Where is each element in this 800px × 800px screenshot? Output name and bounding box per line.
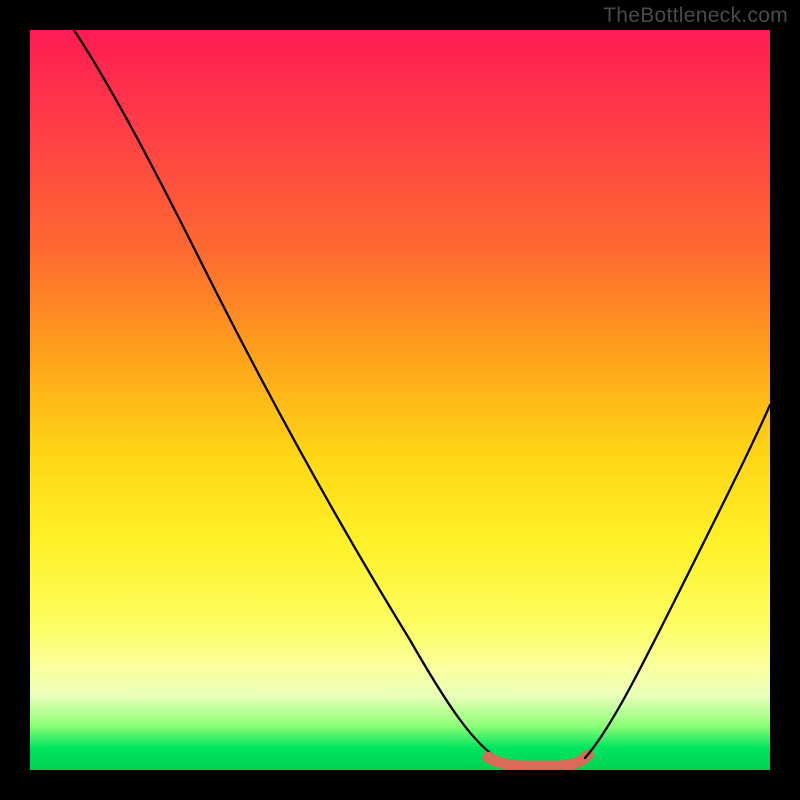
watermark-text: TheBottleneck.com: [603, 4, 788, 28]
right-curve: [585, 405, 770, 758]
chart-svg: [30, 30, 770, 770]
plot-area: [30, 30, 770, 770]
left-curve: [74, 30, 500, 760]
trough-marker: [488, 755, 588, 766]
chart-frame: TheBottleneck.com: [0, 0, 800, 800]
